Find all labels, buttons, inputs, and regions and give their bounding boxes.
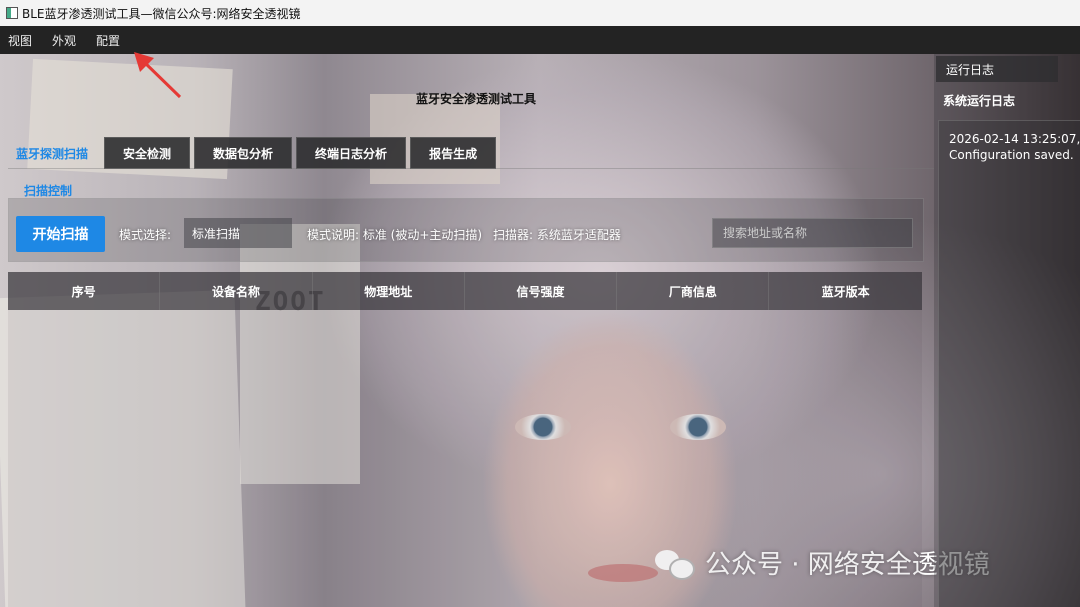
- column-header-mac-address[interactable]: 物理地址: [313, 272, 465, 310]
- start-scan-button[interactable]: 开始扫描: [16, 216, 105, 252]
- tab-terminal-log[interactable]: 终端日志分析: [296, 137, 407, 169]
- menu-appearance[interactable]: 外观: [44, 32, 88, 49]
- menu-config[interactable]: 配置: [88, 32, 132, 49]
- column-header-index[interactable]: 序号: [8, 272, 161, 310]
- log-line: Configuration saved.: [949, 148, 1074, 162]
- menu-view[interactable]: 视图: [0, 32, 44, 49]
- scanner-info: 扫描器: 系统蓝牙适配器: [493, 228, 621, 242]
- column-header-signal-strength[interactable]: 信号强度: [465, 272, 618, 310]
- mode-select-value: 标准扫描: [192, 226, 241, 241]
- scan-control-label: 扫描控制: [24, 184, 73, 198]
- log-textarea[interactable]: 2026-02-14 13:25:07,93 Configuration sav…: [938, 120, 1080, 607]
- device-table-body[interactable]: [8, 310, 922, 607]
- device-table-header: 序号 设备名称 物理地址 信号强度 厂商信息 蓝牙版本: [8, 272, 922, 310]
- log-line: 2026-02-14 13:25:07,93: [949, 132, 1080, 146]
- column-header-bt-version[interactable]: 蓝牙版本: [769, 272, 921, 310]
- mode-label: 模式选择:: [119, 228, 172, 242]
- app-icon: [6, 7, 18, 19]
- mode-select[interactable]: 标准扫描: [184, 218, 292, 248]
- mode-description: 模式说明: 标准 (被动+主动扫描): [307, 228, 483, 242]
- app-title: 蓝牙安全渗透测试工具: [416, 92, 537, 106]
- column-header-device-name[interactable]: 设备名称: [160, 272, 313, 310]
- annotation-arrow-icon: [134, 52, 182, 99]
- tabs-divider: [8, 168, 934, 169]
- tab-security-check[interactable]: 安全检测: [104, 137, 191, 169]
- log-title: 系统运行日志: [943, 94, 1016, 108]
- tab-report[interactable]: 报告生成: [410, 137, 497, 169]
- window-title: BLE蓝牙渗透测试工具—微信公众号:网络安全透视镜: [22, 6, 301, 21]
- main-tabs: 蓝牙探测扫描 安全检测 数据包分析 终端日志分析 报告生成: [8, 137, 497, 169]
- window-titlebar: BLE蓝牙渗透测试工具—微信公众号:网络安全透视镜: [0, 0, 1080, 26]
- tab-run-log[interactable]: 运行日志: [936, 56, 1058, 82]
- tab-packet-analysis[interactable]: 数据包分析: [194, 137, 293, 169]
- column-header-vendor[interactable]: 厂商信息: [617, 272, 770, 310]
- tab-bluetooth-scan[interactable]: 蓝牙探测扫描: [8, 137, 100, 169]
- search-input[interactable]: [712, 218, 913, 248]
